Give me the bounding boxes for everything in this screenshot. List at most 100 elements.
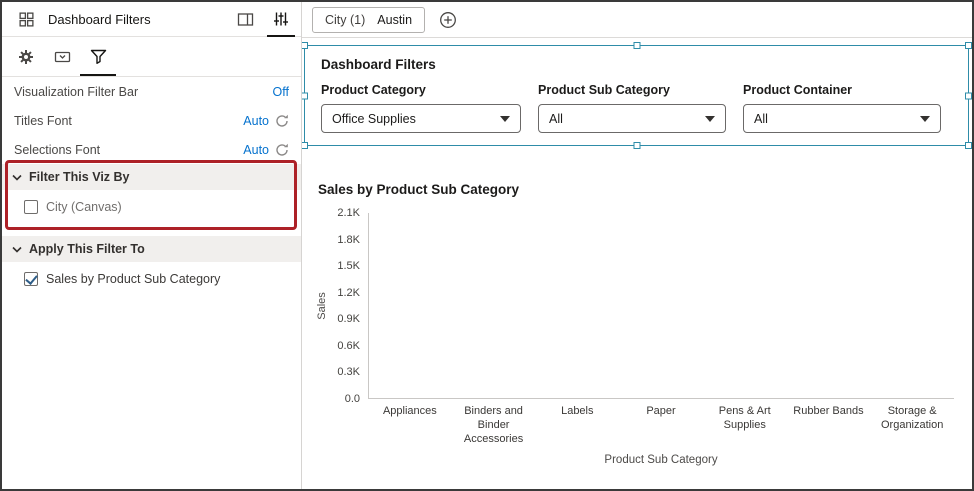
resize-handle[interactable]	[965, 92, 972, 99]
dropdown-value: All	[754, 112, 768, 126]
x-tick-label: Binders and Binder Accessories	[452, 399, 536, 446]
property-label: Titles Font	[14, 114, 72, 128]
y-tick-label: 1.5K	[337, 260, 360, 272]
chevron-down-icon	[12, 174, 22, 181]
dropdown-caret-icon	[500, 116, 510, 122]
filter-dropdown[interactable]: All	[743, 104, 941, 133]
apply-filter-section-header[interactable]: Apply This Filter To	[2, 236, 301, 262]
filter-label: Product Sub Category	[538, 83, 726, 97]
sidebar-header: Dashboard Filters	[2, 2, 301, 37]
y-tick-label: 1.8K	[337, 234, 360, 246]
filter-viz-section: Filter This Viz By City (Canvas)	[2, 164, 301, 226]
properties-list: Visualization Filter Bar Off Titles Font Au…	[2, 77, 301, 164]
x-tick-label: Labels	[535, 399, 619, 446]
chart-title: Sales by Product Sub Category	[318, 182, 969, 197]
sidebar: Dashboard Filters Visualization Filter B…	[2, 2, 302, 489]
filter-pill-name: City (1)	[325, 13, 365, 27]
checkbox[interactable]	[24, 200, 38, 214]
property-value-group: Off	[273, 85, 289, 99]
y-tick-label: 0.0	[345, 393, 360, 405]
checkbox[interactable]	[24, 272, 38, 286]
filters-panel-inner: Dashboard Filters Product Category Office…	[305, 46, 968, 133]
dropdown-value: All	[549, 112, 563, 126]
plot-wrap: AppliancesBinders and Binder Accessories…	[368, 213, 954, 446]
resize-handle[interactable]	[965, 142, 972, 149]
city-filter-pill[interactable]: City (1) Austin	[312, 7, 425, 33]
apply-filter-section: Apply This Filter To Sales by Product Su…	[2, 236, 301, 298]
filter-control: Product Category Office Supplies	[321, 83, 521, 133]
x-tick-label: Storage & Organization	[870, 399, 954, 446]
property-value-group: Auto	[243, 143, 289, 157]
filter-label: Product Container	[743, 83, 941, 97]
y-tick-label: 2.1K	[337, 207, 360, 219]
y-axis-ticks: 2.1K1.8K1.5K1.2K0.9K0.6K0.3K0.0	[330, 213, 368, 399]
x-axis-title: Product Sub Category	[368, 454, 954, 466]
filter-control: Product Container All	[743, 83, 941, 133]
funnel-icon[interactable]	[80, 37, 116, 76]
filter-item[interactable]: Sales by Product Sub Category	[2, 264, 301, 294]
reset-icon[interactable]	[275, 114, 289, 128]
sidebar-title: Dashboard Filters	[48, 12, 223, 27]
chart-plot	[368, 213, 954, 399]
filter-dropdown[interactable]: All	[538, 104, 726, 133]
filters-row: Product Category Office Supplies Product S…	[321, 83, 968, 133]
property-value-group: Auto	[243, 114, 289, 128]
x-tick-label: Appliances	[368, 399, 452, 446]
filter-label: Product Category	[321, 83, 521, 97]
canvas-content: Dashboard Filters Product Category Office…	[302, 38, 972, 489]
filter-item-label: City (Canvas)	[46, 200, 122, 214]
app-window: Dashboard Filters Visualization Filter B…	[0, 0, 974, 491]
filter-item-label: Sales by Product Sub Category	[46, 272, 220, 286]
apply-filter-items: Sales by Product Sub Category	[2, 262, 301, 298]
sidebar-tabs	[2, 37, 301, 77]
gear-icon[interactable]	[8, 37, 44, 76]
property-row: Visualization Filter Bar Off	[2, 77, 301, 106]
properties-sliders-icon[interactable]	[267, 2, 295, 37]
reset-icon[interactable]	[275, 143, 289, 157]
property-value[interactable]: Off	[273, 85, 289, 99]
property-value[interactable]: Auto	[243, 143, 269, 157]
filter-viz-section-header[interactable]: Filter This Viz By	[2, 164, 301, 190]
filter-bar-icon[interactable]	[44, 37, 80, 76]
main-area: City (1) Austin Dashboard Filters Produc…	[302, 2, 972, 489]
bar-chart: Sales 2.1K1.8K1.5K1.2K0.9K0.6K0.3K0.0 Ap…	[314, 213, 969, 446]
filter-dropdown[interactable]: Office Supplies	[321, 104, 521, 133]
y-axis-title-wrap: Sales	[314, 213, 330, 399]
filters-panel-title: Dashboard Filters	[321, 57, 968, 72]
y-tick-label: 1.2K	[337, 287, 360, 299]
layout-icon[interactable]	[231, 2, 259, 37]
property-label: Selections Font	[14, 143, 100, 157]
filter-pill-value: Austin	[377, 13, 412, 27]
y-tick-label: 0.3K	[337, 366, 360, 378]
x-tick-label: Paper	[619, 399, 703, 446]
property-row: Selections Font Auto	[2, 135, 301, 164]
dropdown-caret-icon	[705, 116, 715, 122]
canvas-filter-bar: City (1) Austin	[302, 2, 972, 38]
section-title: Apply This Filter To	[29, 242, 145, 256]
resize-handle[interactable]	[302, 42, 308, 49]
y-tick-label: 0.6K	[337, 340, 360, 352]
property-label: Visualization Filter Bar	[14, 85, 138, 99]
dashboard-filters-container[interactable]: Dashboard Filters Product Category Office…	[304, 45, 969, 146]
resize-handle[interactable]	[633, 42, 640, 49]
dashboard-icon	[12, 2, 40, 37]
filter-viz-items: City (Canvas)	[2, 190, 301, 226]
chart-block: Sales by Product Sub Category Sales 2.1K…	[314, 182, 969, 466]
resize-handle[interactable]	[302, 92, 308, 99]
resize-handle[interactable]	[965, 42, 972, 49]
filter-control: Product Sub Category All	[538, 83, 726, 133]
x-tick-label: Rubber Bands	[787, 399, 871, 446]
property-value[interactable]: Auto	[243, 114, 269, 128]
property-row: Titles Font Auto	[2, 106, 301, 135]
dropdown-value: Office Supplies	[332, 112, 416, 126]
resize-handle[interactable]	[302, 142, 308, 149]
y-axis-title: Sales	[316, 292, 328, 320]
y-tick-label: 0.9K	[337, 313, 360, 325]
x-tick-label: Pens & Art Supplies	[703, 399, 787, 446]
section-title: Filter This Viz By	[29, 170, 130, 184]
filter-item[interactable]: City (Canvas)	[2, 192, 301, 222]
x-axis-labels: AppliancesBinders and Binder Accessories…	[368, 399, 954, 446]
dropdown-caret-icon	[920, 116, 930, 122]
resize-handle[interactable]	[633, 142, 640, 149]
add-circle-icon[interactable]	[439, 11, 457, 29]
